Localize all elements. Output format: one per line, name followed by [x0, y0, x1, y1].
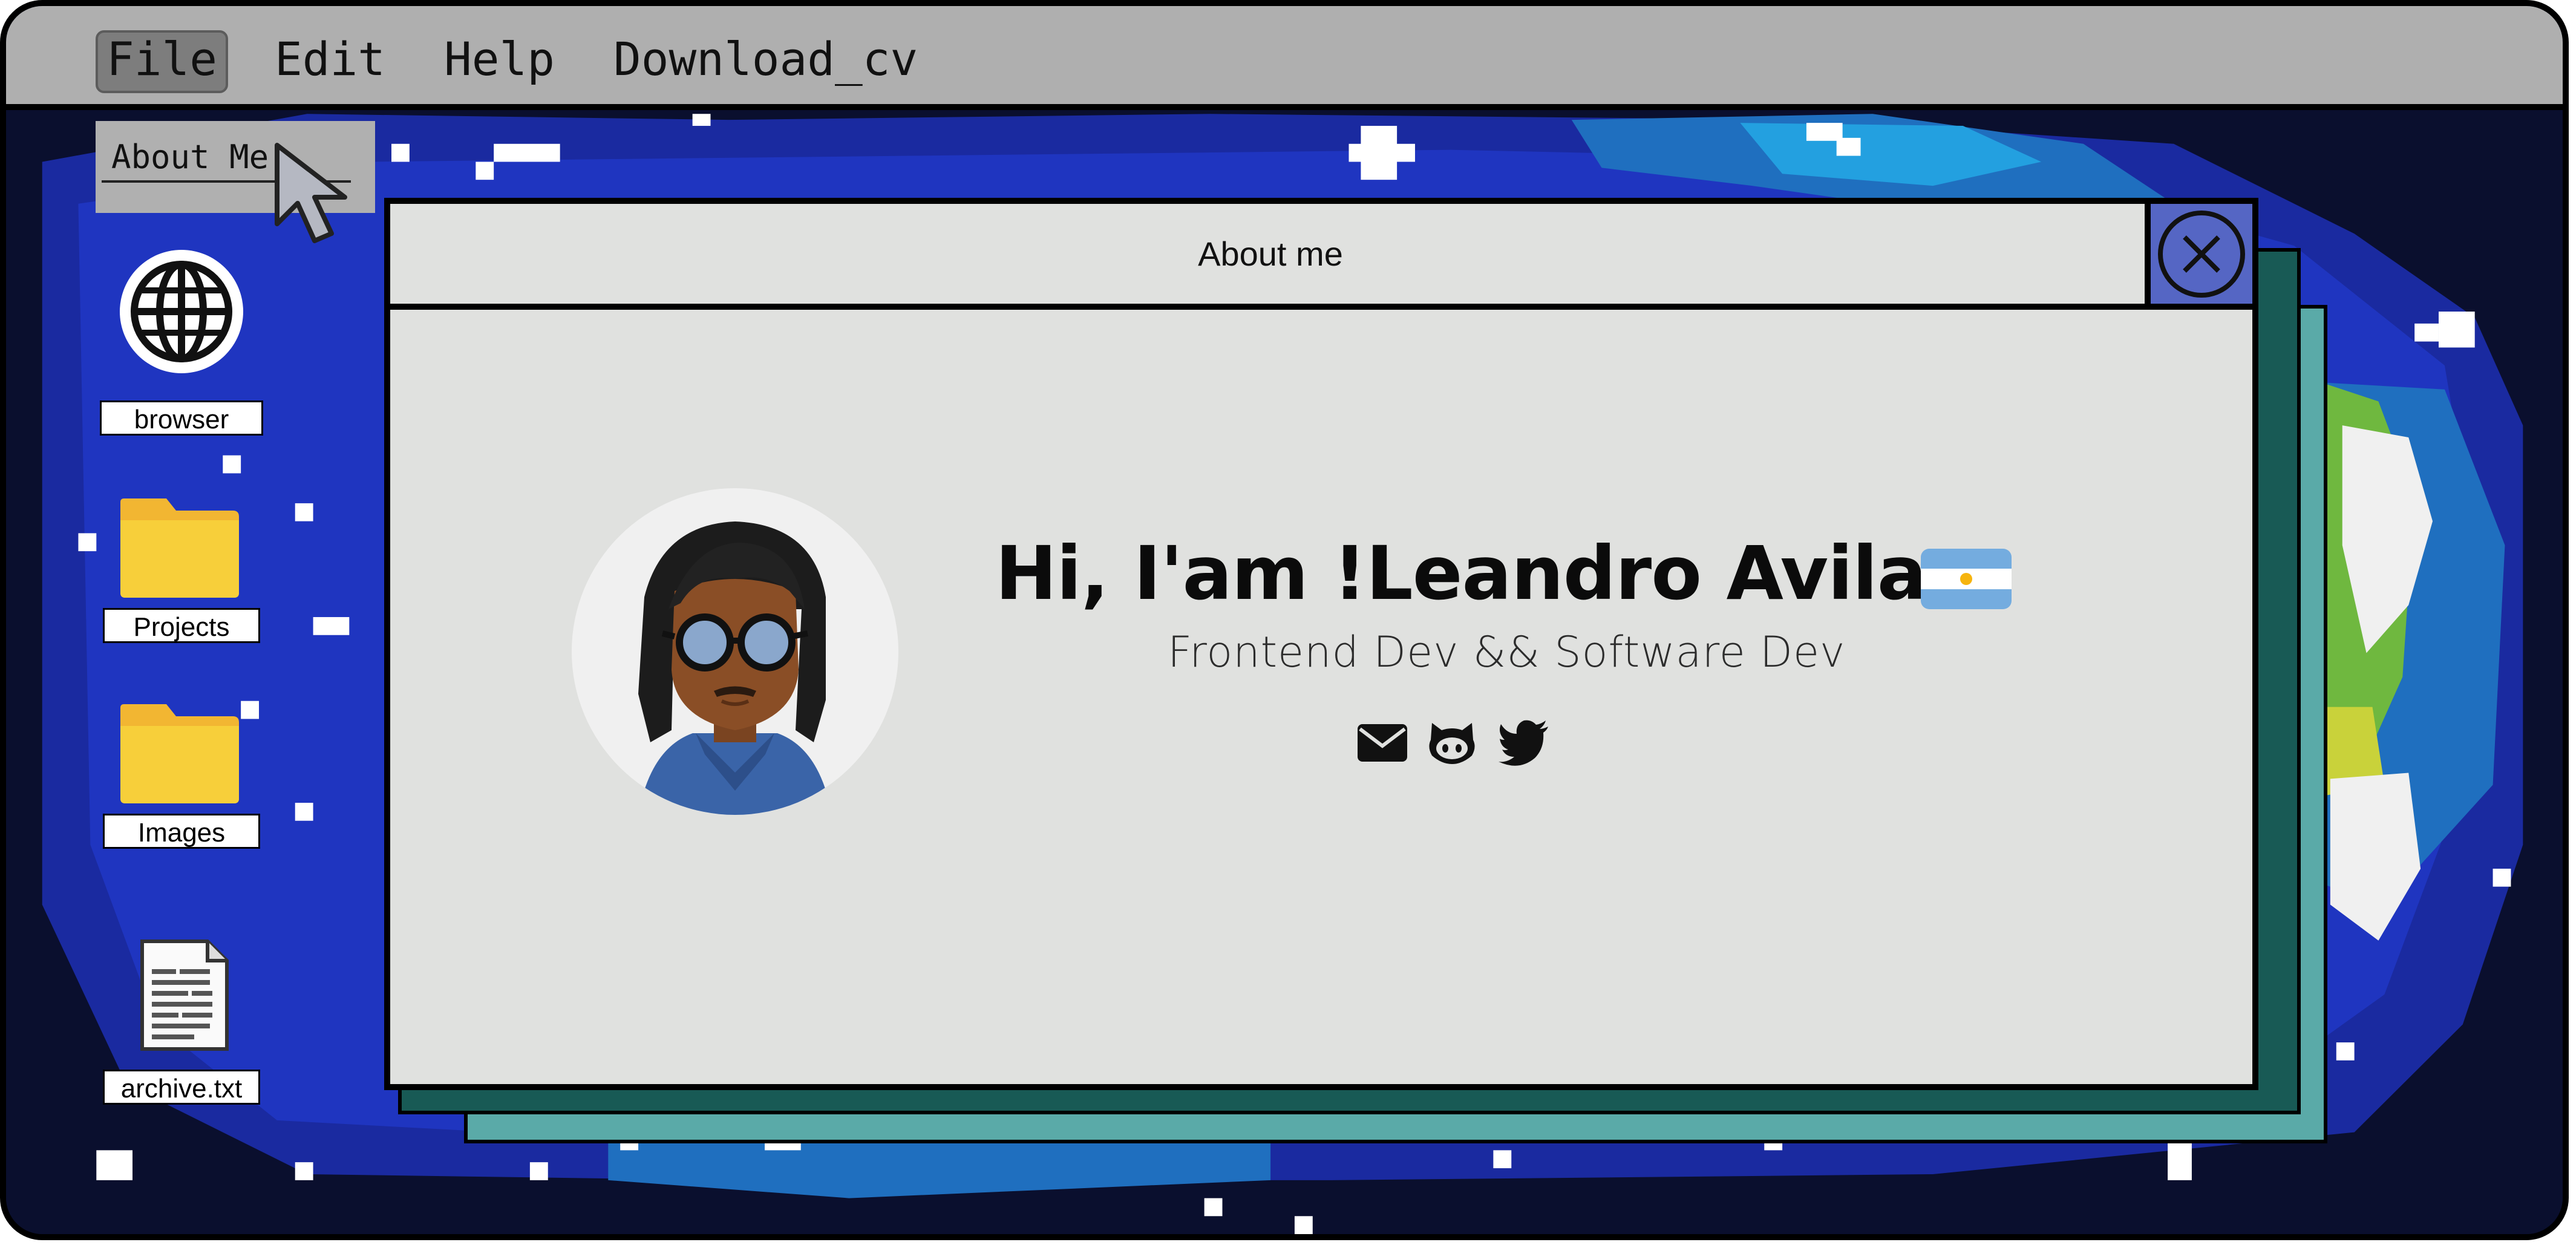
desktop-screen: File Edit Help Download_cv About Me brow… — [0, 0, 2569, 1240]
menu-file[interactable]: File — [96, 30, 229, 93]
desktop-icon-label: archive.txt — [103, 1070, 260, 1105]
folder-icon — [120, 498, 239, 598]
close-button[interactable] — [2145, 204, 2252, 310]
desktop-icon-images[interactable]: Images — [100, 702, 263, 859]
menu-edit[interactable]: Edit — [266, 30, 394, 88]
desktop-icon-projects[interactable]: Projects — [100, 496, 263, 653]
window-titlebar[interactable]: About me — [390, 204, 2151, 310]
menu-help[interactable]: Help — [436, 30, 563, 88]
avatar — [572, 488, 898, 815]
desktop-icon-label: Projects — [103, 608, 260, 643]
email-icon[interactable] — [1355, 718, 1410, 766]
github-icon[interactable] — [1425, 718, 1479, 766]
about-me-window: About me Hi, I'am !Leandro Avila Fronten… — [384, 198, 2258, 1090]
text-file-icon — [140, 939, 229, 1051]
mouse-cursor-icon — [275, 143, 347, 243]
menu-item-about-me[interactable]: About Me — [111, 138, 269, 176]
headline: Hi, I'am !Leandro Avila — [995, 531, 1927, 616]
argentina-flag-icon — [1921, 549, 2012, 609]
subtitle: Frontend Dev && Software Dev — [1168, 627, 1846, 677]
desktop-icon-label: Images — [103, 814, 260, 849]
folder-icon — [120, 704, 239, 803]
menu-bar: File Edit Help Download_cv — [6, 6, 2563, 110]
window-title: About me — [1198, 235, 1343, 273]
close-icon — [2158, 210, 2245, 298]
twitter-icon[interactable] — [1497, 718, 1552, 766]
menu-download-cv[interactable]: Download_cv — [605, 30, 926, 88]
desktop-icon-label: browser — [100, 400, 263, 436]
globe-icon — [120, 250, 243, 373]
avatar-illustration-icon — [572, 488, 898, 815]
desktop-icon-browser[interactable]: browser — [100, 248, 263, 448]
desktop-icon-archive-txt[interactable]: archive.txt — [100, 938, 263, 1113]
